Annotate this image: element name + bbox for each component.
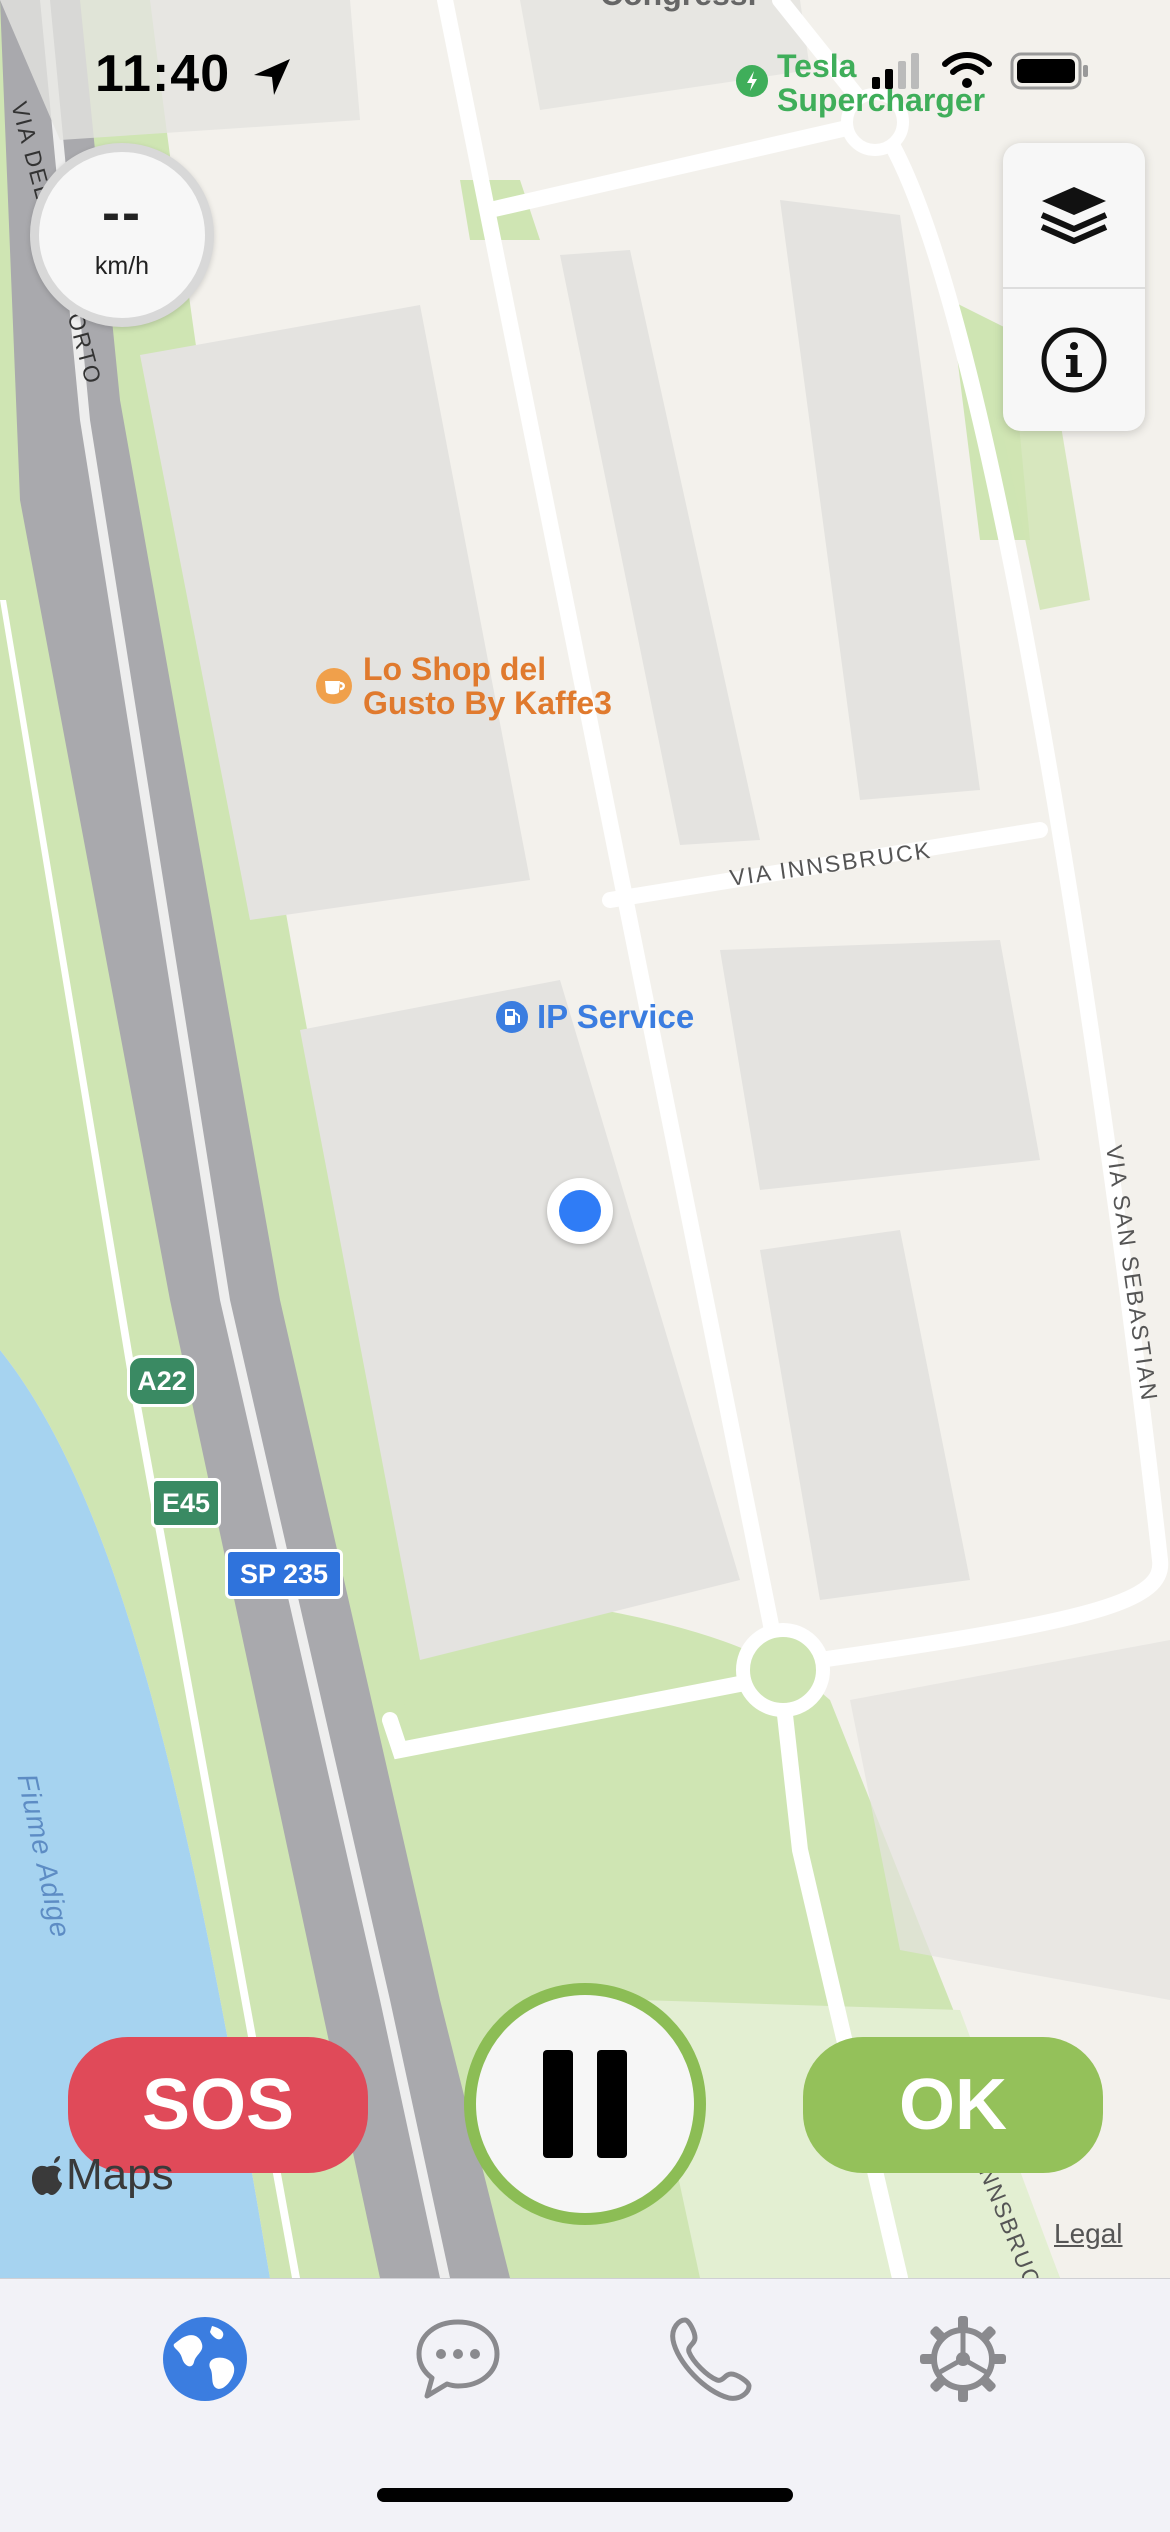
map-info-button[interactable]	[1003, 287, 1145, 431]
map-view[interactable]: Tesla Supercharger Congressi Lo Shop del…	[0, 0, 1170, 2278]
speed-unit: km/h	[94, 251, 150, 280]
shield-sp235: SP 235	[225, 1549, 343, 1599]
home-indicator[interactable]	[377, 2488, 793, 2502]
status-time: 11:40	[95, 44, 294, 104]
fuel-icon	[496, 1001, 528, 1034]
ok-button[interactable]: OK	[803, 2037, 1103, 2173]
status-icons	[870, 52, 1090, 90]
phone-icon	[670, 2317, 752, 2401]
poi-congressi-label: Congressi	[600, 0, 756, 12]
cellular-signal-icon	[872, 53, 919, 89]
tab-settings[interactable]	[913, 2309, 1013, 2409]
current-location-dot	[547, 1178, 613, 1244]
coffee-icon	[316, 668, 352, 704]
poi-lo-shop[interactable]: Lo Shop del Gusto By Kaffe3	[315, 651, 612, 721]
info-icon	[1041, 327, 1107, 393]
pause-button[interactable]	[464, 1983, 706, 2225]
pause-icon-bar-left	[543, 2050, 573, 2158]
map-base	[0, 0, 1170, 2278]
wifi-icon	[942, 52, 992, 88]
poi-ip-service[interactable]: IP Service	[495, 998, 695, 1035]
poi-lo-shop-line1: Lo Shop del	[363, 651, 547, 687]
battery-icon	[1010, 52, 1088, 90]
chat-bubble-icon	[416, 2319, 500, 2399]
speed-indicator: -- km/h	[30, 143, 214, 327]
poi-congressi: Congressi	[600, 0, 756, 12]
tab-map[interactable]	[155, 2309, 255, 2409]
legal-link[interactable]: Legal	[1054, 2218, 1123, 2250]
tab-call[interactable]	[660, 2309, 760, 2409]
globe-icon	[163, 2317, 247, 2401]
gear-icon	[920, 2316, 1006, 2402]
shield-a22: A22	[127, 1355, 197, 1407]
apple-maps-logo: Maps	[30, 2150, 174, 2200]
status-time-text: 11:40	[95, 45, 231, 103]
poi-lo-shop-line2: Gusto By Kaffe3	[363, 684, 612, 721]
map-layers-button[interactable]	[1003, 143, 1145, 287]
charger-icon	[736, 65, 768, 97]
pause-icon-bar-right	[597, 2050, 627, 2158]
layers-icon	[1040, 187, 1108, 244]
maps-label: Maps	[66, 2150, 174, 2199]
map-controls	[1003, 143, 1145, 431]
location-arrow-icon	[253, 59, 290, 96]
apple-logo-icon	[32, 2156, 62, 2195]
speed-value: --	[102, 183, 142, 244]
poi-ip-service-label: IP Service	[537, 998, 695, 1035]
tab-messages[interactable]	[408, 2309, 508, 2409]
shield-e45: E45	[151, 1478, 221, 1528]
